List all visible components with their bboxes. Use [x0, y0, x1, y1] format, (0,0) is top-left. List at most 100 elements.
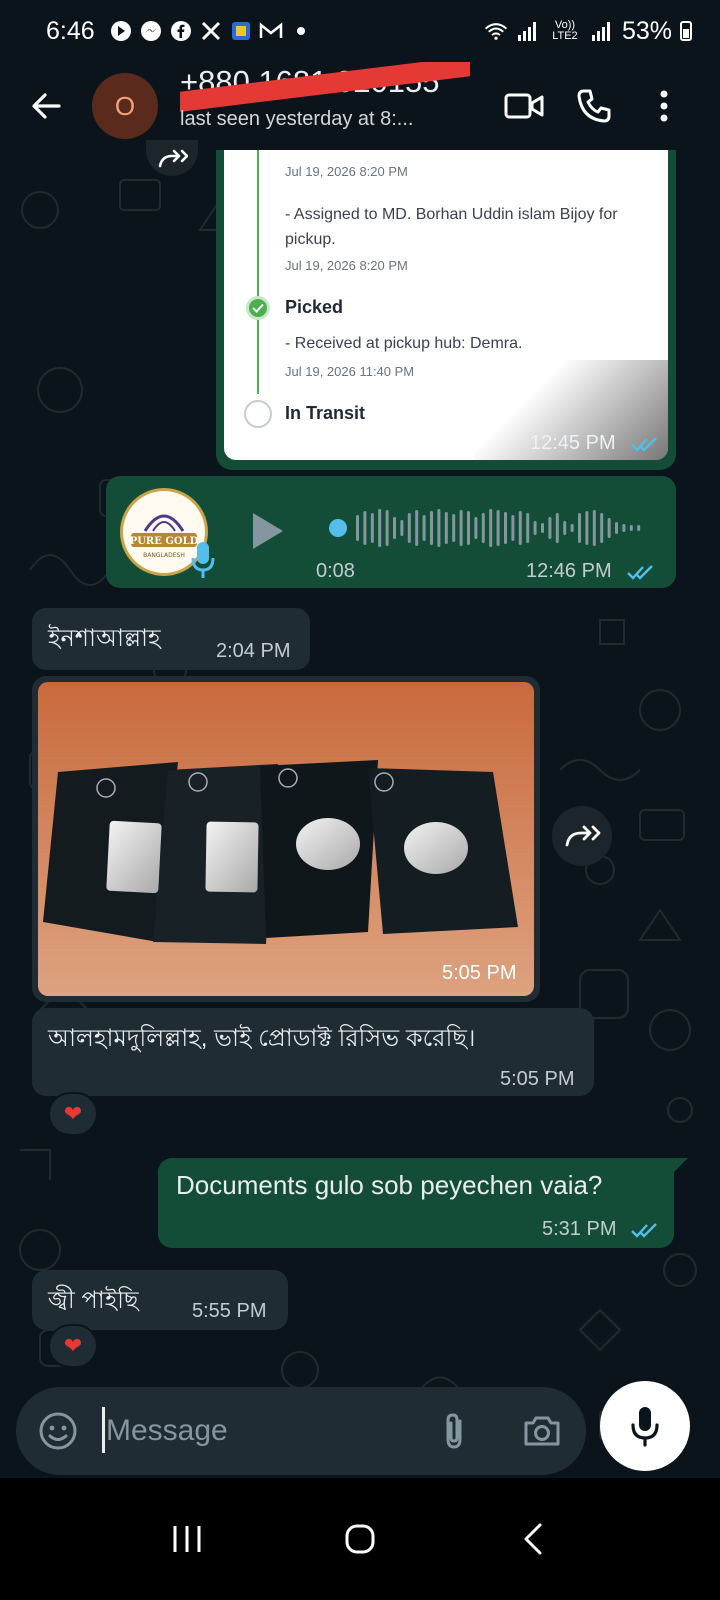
messenger-icon — [139, 19, 163, 43]
app-notification-icon — [109, 19, 133, 43]
more-options-button[interactable] — [644, 86, 684, 126]
microphone-icon — [631, 1407, 659, 1447]
timeline-line — [257, 150, 259, 394]
waveform-bar — [518, 511, 522, 545]
waveform-bar — [578, 513, 581, 543]
assigned-text: - Assigned to MD. Borhan Uddin islam Bij… — [285, 206, 618, 248]
incoming-message[interactable]: আলহামদুলিল্লাহ, ভাই প্রোডাক্ট রিসিভ করেছ… — [32, 1008, 594, 1096]
message-composer: Message — [16, 1387, 586, 1475]
lte-label: Vo)) LTE2 — [552, 19, 578, 42]
in-transit-circle-icon — [244, 400, 272, 428]
avatar-country-text: BANGLADESH — [143, 552, 185, 559]
received-text: - Received at pickup hub: Demra. — [285, 335, 523, 352]
forward-button[interactable] — [552, 806, 612, 866]
nav-back-button[interactable] — [503, 1509, 563, 1569]
battery-icon — [680, 21, 692, 41]
battery-percent: 53% — [621, 16, 672, 45]
waveform-bar — [615, 522, 618, 534]
waveform-bar — [474, 517, 478, 539]
heart-icon: ❤ — [63, 1101, 83, 1126]
heart-reaction[interactable]: ❤ — [48, 1092, 98, 1136]
more-vert-icon — [660, 90, 668, 122]
back-arrow-icon — [32, 93, 61, 119]
waveform-bar — [467, 511, 470, 545]
waveform-bar — [585, 511, 589, 545]
contact-info[interactable]: +880 1681 020155 last seen yesterday at … — [180, 62, 470, 150]
waveform-bar — [496, 510, 500, 546]
picked-check-icon — [246, 296, 270, 320]
message-input[interactable]: Message — [106, 1409, 406, 1453]
gmail-icon — [259, 19, 283, 43]
contact-avatar[interactable]: O — [92, 73, 158, 139]
video-call-button[interactable] — [504, 86, 544, 126]
waveform-bar — [430, 511, 433, 545]
voice-call-button[interactable] — [574, 86, 614, 126]
waveform-bar — [548, 517, 552, 539]
read-ticks-icon — [631, 1223, 657, 1238]
message-time: 5:31 PM — [542, 1218, 617, 1240]
video-camera-icon — [504, 93, 544, 119]
waveform-bar — [415, 510, 419, 546]
system-navigation-bar — [0, 1478, 720, 1600]
heart-icon: ❤ — [63, 1333, 83, 1358]
waveform-bar — [385, 510, 389, 546]
waveform-bar — [622, 524, 626, 532]
in-transit-heading: In Transit — [285, 403, 366, 423]
home-button[interactable] — [330, 1509, 390, 1569]
voice-record-button[interactable] — [600, 1381, 690, 1471]
emoji-button[interactable] — [36, 1409, 80, 1453]
voice-waveform[interactable] — [328, 506, 648, 550]
waveform-bar — [452, 514, 456, 542]
home-icon — [345, 1524, 375, 1554]
paperclip-icon — [446, 1413, 462, 1449]
avatar-brand-text: PURE GOLD — [130, 536, 199, 547]
back-button[interactable] — [0, 62, 92, 150]
voice-message[interactable]: PURE GOLD BANGLADESH 0:08 12:46 PM — [106, 476, 676, 588]
wifi-icon — [484, 19, 508, 43]
message-time: 5:05 PM — [442, 962, 517, 984]
waveform-bar — [444, 512, 448, 544]
timeline-date-top: Jul 19, 2026 8:20 PM — [285, 164, 408, 179]
tracking-screenshot-message[interactable]: Jul 19, 2026 8:20 PM - Assigned to MD. B… — [216, 150, 676, 470]
waveform-bar — [607, 518, 611, 538]
message-time: 2:04 PM — [216, 640, 291, 662]
status-bar: 6:46 Vo)) LTE2 53% — [0, 0, 720, 62]
playback-position-dot[interactable] — [329, 519, 347, 537]
waveform-bar — [541, 523, 544, 533]
incoming-message[interactable]: ইনশাআল্লাহ 5:05 PM 2:04 PM — [32, 608, 310, 670]
assigned-date: Jul 19, 2026 8:20 PM — [285, 258, 408, 273]
message-time: 5:05 PM — [500, 1068, 575, 1090]
message-text: Documents gulo sob peyechen vaia? — [176, 1170, 603, 1200]
message-text: ইনশাআল্লাহ — [48, 625, 161, 652]
play-button[interactable] — [242, 506, 292, 556]
waveform-bar — [489, 509, 493, 547]
message-time: 12:45 PM — [530, 432, 616, 454]
product-photo[interactable] — [38, 682, 534, 996]
forward-icon — [158, 149, 188, 168]
recent-apps-button[interactable] — [157, 1509, 217, 1569]
waveform-bar — [481, 513, 485, 543]
waveform-bar — [370, 513, 374, 543]
incoming-message[interactable]: জ্বী পাইছি 5:55 PM — [32, 1270, 288, 1330]
waveform-bar — [393, 517, 396, 539]
signal-icon — [516, 19, 540, 43]
attach-button[interactable] — [432, 1407, 476, 1455]
camera-icon — [524, 1416, 560, 1446]
heart-reaction[interactable]: ❤ — [48, 1324, 98, 1368]
waveform-bar — [378, 509, 382, 547]
signal-icon-2 — [590, 19, 614, 43]
incoming-photo-message[interactable]: 5:05 PM — [32, 676, 540, 1002]
waveform-bar — [356, 515, 359, 541]
recents-icon — [173, 1526, 201, 1552]
camera-button[interactable] — [518, 1407, 566, 1455]
picked-heading: Picked — [285, 297, 344, 317]
voice-duration: 0:08 — [316, 560, 355, 582]
bubble-tail — [674, 1158, 688, 1172]
text-cursor — [102, 1407, 105, 1453]
phone-icon — [577, 89, 611, 123]
voice-mic-badge-icon — [190, 540, 216, 580]
waveform-bar — [363, 511, 367, 545]
waveform-bar — [637, 525, 641, 531]
waveform-bar — [592, 510, 596, 546]
outgoing-message[interactable]: Documents gulo sob peyechen vaia? 5:31 P… — [158, 1158, 674, 1248]
